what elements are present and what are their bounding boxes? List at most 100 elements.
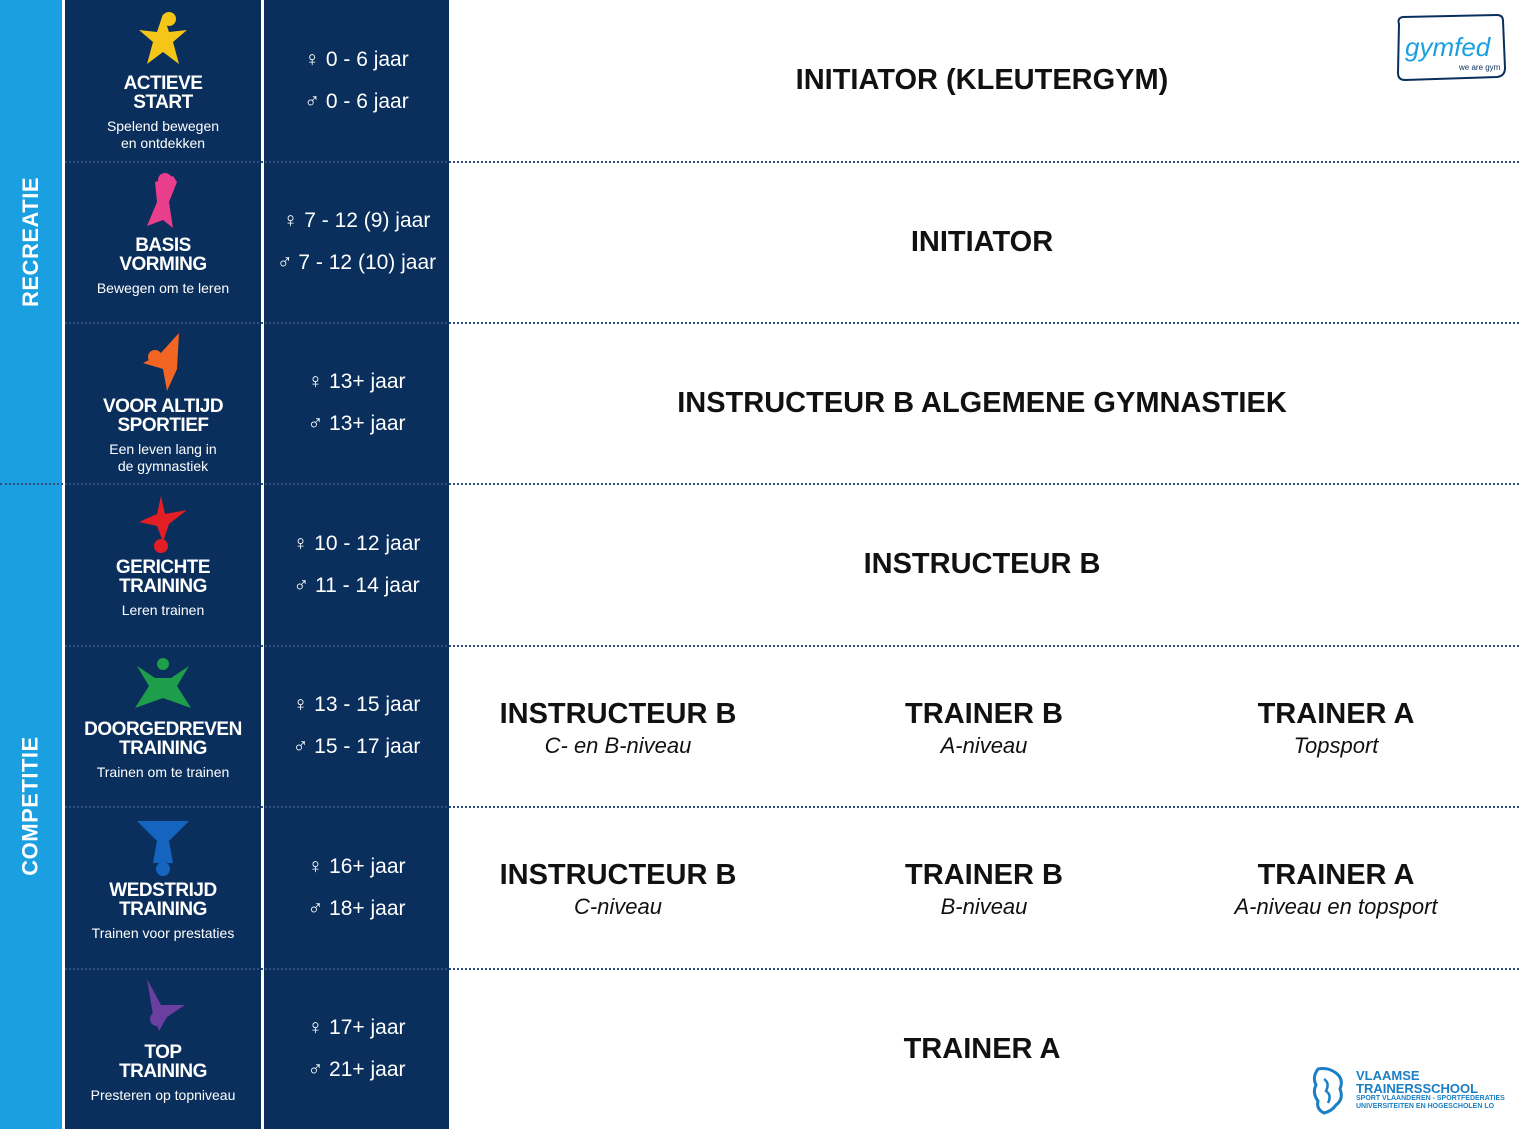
age-male: ♂ 0 - 6 jaar [304,89,409,113]
age-cell: ♀ 10 - 12 jaar ♂ 11 - 14 jaar [264,484,449,645]
stage-subtitle-line1: Trainen om te trainen [96,764,230,780]
stage-subtitle-line1: Spelend bewegen [106,118,220,134]
qualification-level: Topsport [1293,733,1379,758]
qualification-level: C-niveau [573,894,663,919]
stage-title-line1: ACTIEVE [123,73,203,94]
yellow-star-figure-icon [139,12,187,64]
stage-title: ACTIEVE START [124,74,203,112]
stage-title-line1: TOP [144,1042,182,1063]
qualification-title: TRAINER A [1257,859,1415,891]
qualification-title: INITIATOR (KLEUTERGYM) [795,64,1169,96]
age-female: ♀ 7 - 12 (9) jaar [282,209,431,232]
qualification-title: INSTRUCTEUR B [499,859,737,891]
age-female: ♀ 13 - 15 jaar [292,693,421,716]
stage-title-line2: TRAINING [119,899,207,920]
qualification-column-cell: TRAINER A Topsport [1166,698,1506,759]
age-female: ♀ 0 - 6 jaar [304,47,409,71]
age-female: ♀ 10 - 12 jaar [292,531,421,555]
gymfed-tagline: we are gym [1458,63,1501,72]
qualification-title: TRAINER A [1257,698,1415,730]
stage-title-line1: GERICHTE [115,557,211,578]
stage-title: TOP TRAINING [119,1043,207,1081]
stage-subtitle: Leren trainen [122,602,205,619]
stage-title: VOOR ALTIJD SPORTIEF [102,396,224,436]
stage-subtitle: Spelend bewegen en ontdekken [107,118,219,152]
stage-subtitle: Een leven lang in de gymnastiek [109,441,216,475]
age-cell: ♀ 13+ jaar ♂ 13+ jaar [264,323,449,483]
qualification-cell: INITIATOR (KLEUTERGYM) [452,0,1512,161]
age-male: ♂ 21+ jaar [307,1058,406,1081]
stage-subtitle: Trainen voor prestaties [92,925,235,942]
stage-subtitle: Bewegen om te leren [97,280,229,297]
qualification-cell: INSTRUCTEUR B ALGEMENE GYMNASTIEK [452,323,1512,483]
qualification-column-cell: TRAINER B A-niveau [814,698,1154,759]
qualification-title: TRAINER B [905,859,1063,891]
qualification-cell: INITIATOR [452,162,1512,322]
stage-subtitle: Trainen om te trainen [97,764,230,781]
competitie-label: COMPETITIE [18,736,44,876]
recreatie-label: RECREATIE [18,176,43,307]
stage-title-line1: WEDSTRIJD [109,880,217,901]
stage-cell: WEDSTRIJD TRAINING Trainen voor prestaties [65,807,261,968]
qualification-title: TRAINER B [905,698,1063,730]
purple-figure-icon [147,979,185,1031]
stage-title: GERICHTE TRAINING [115,557,211,597]
qualification-title: INSTRUCTEUR B ALGEMENE GYMNASTIEK [677,386,1287,419]
vlaamse-trainersschool-logo: VLAAMSE TRAINERSSCHOOL SPORT VLAANDEREN … [1310,1064,1510,1116]
stage-title: BASIS VORMING [119,235,207,274]
blue-figure-icon [137,821,189,876]
stage-subtitle-line2: en ontdekken [120,135,206,151]
age-cell: ♀ 16+ jaar ♂ 18+ jaar [264,807,449,968]
age-female: ♀ 13+ jaar [307,370,406,393]
qualification-title: INITIATOR [910,225,1054,258]
lion-icon [1312,1067,1343,1115]
qualification-title: INSTRUCTEUR B [499,698,737,730]
stage-cell: DOORGEDREVEN TRAINING Trainen om te traine… [65,646,261,806]
stage-cell: BASIS VORMING Bewegen om te leren [65,162,261,322]
stage-subtitle-line1: Bewegen om te leren [96,280,230,296]
qualification-column-cell: INSTRUCTEUR B C- en B-niveau [448,698,788,759]
age-male: ♂ 15 - 17 jaar [292,735,421,758]
qualification-column-cell: INSTRUCTEUR B C-niveau [448,859,788,920]
age-cell: ♀ 7 - 12 (9) jaar ♂ 7 - 12 (10) jaar [264,162,449,322]
stage-title-line2: TRAINING [119,1061,207,1082]
stage-cell: ACTIEVE START Spelend bewegen en ontdekken [65,0,261,161]
stage-subtitle-line1: Presteren op topniveau [90,1087,236,1103]
qualification-column-cell: TRAINER A A-niveau en topsport [1166,859,1506,920]
stage-subtitle: Presteren op topniveau [91,1087,236,1104]
age-cell: ♀ 13 - 15 jaar ♂ 15 - 17 jaar [264,646,449,806]
qualification-level: B-niveau [940,894,1028,919]
stage-title-line2: TRAINING [119,738,207,759]
orange-figure-icon [143,333,179,391]
pink-figure-icon [147,173,177,228]
competitie-band: COMPETITIE [0,483,62,1129]
vts-line4: UNIVERSITEITEN EN HOGESCHOLEN LO [1356,1103,1495,1110]
age-male: ♂ 18+ jaar [307,896,406,920]
green-figure-icon [135,658,191,708]
qualification-column-cell: TRAINER B B-niveau [814,859,1154,920]
age-cell: ♀ 17+ jaar ♂ 21+ jaar [264,969,449,1129]
qualification-level: A-niveau [940,733,1028,758]
red-figure-icon [139,496,187,553]
stage-subtitle-line1: Leren trainen [121,602,205,618]
stage-subtitle-line1: Een leven lang in [109,441,217,457]
qualification-title: TRAINER A [903,1032,1061,1065]
qualification-cell: INSTRUCTEUR B [452,484,1512,645]
stage-title-line1: DOORGEDREVEN [84,719,242,740]
gymfed-wordmark: gymfed [1405,32,1492,62]
stage-title-line2: START [133,92,193,113]
age-male: ♂ 11 - 14 jaar [293,573,420,597]
stage-title-line2: SPORTIEF [117,415,209,436]
qualification-title: INSTRUCTEUR B [863,548,1101,580]
gymfed-logo: gymfed we are gym [1396,14,1507,82]
stage-subtitle-line1: Trainen voor prestaties [91,925,235,941]
stage-title-line2: TRAINING [119,576,207,597]
age-male: ♂ 13+ jaar [307,412,406,435]
stage-title-line1: VOOR ALTIJD [102,396,224,417]
stage-title: DOORGEDREVEN TRAINING [84,720,242,758]
qualification-level: A-niveau en topsport [1234,894,1438,919]
stage-title: WEDSTRIJD TRAINING [109,880,217,920]
stage-title-line1: BASIS [135,235,191,256]
vts-line3: SPORT VLAANDEREN - SPORTFEDERATIES [1356,1095,1505,1102]
stage-cell: TOP TRAINING Presteren op topniveau [65,969,261,1129]
